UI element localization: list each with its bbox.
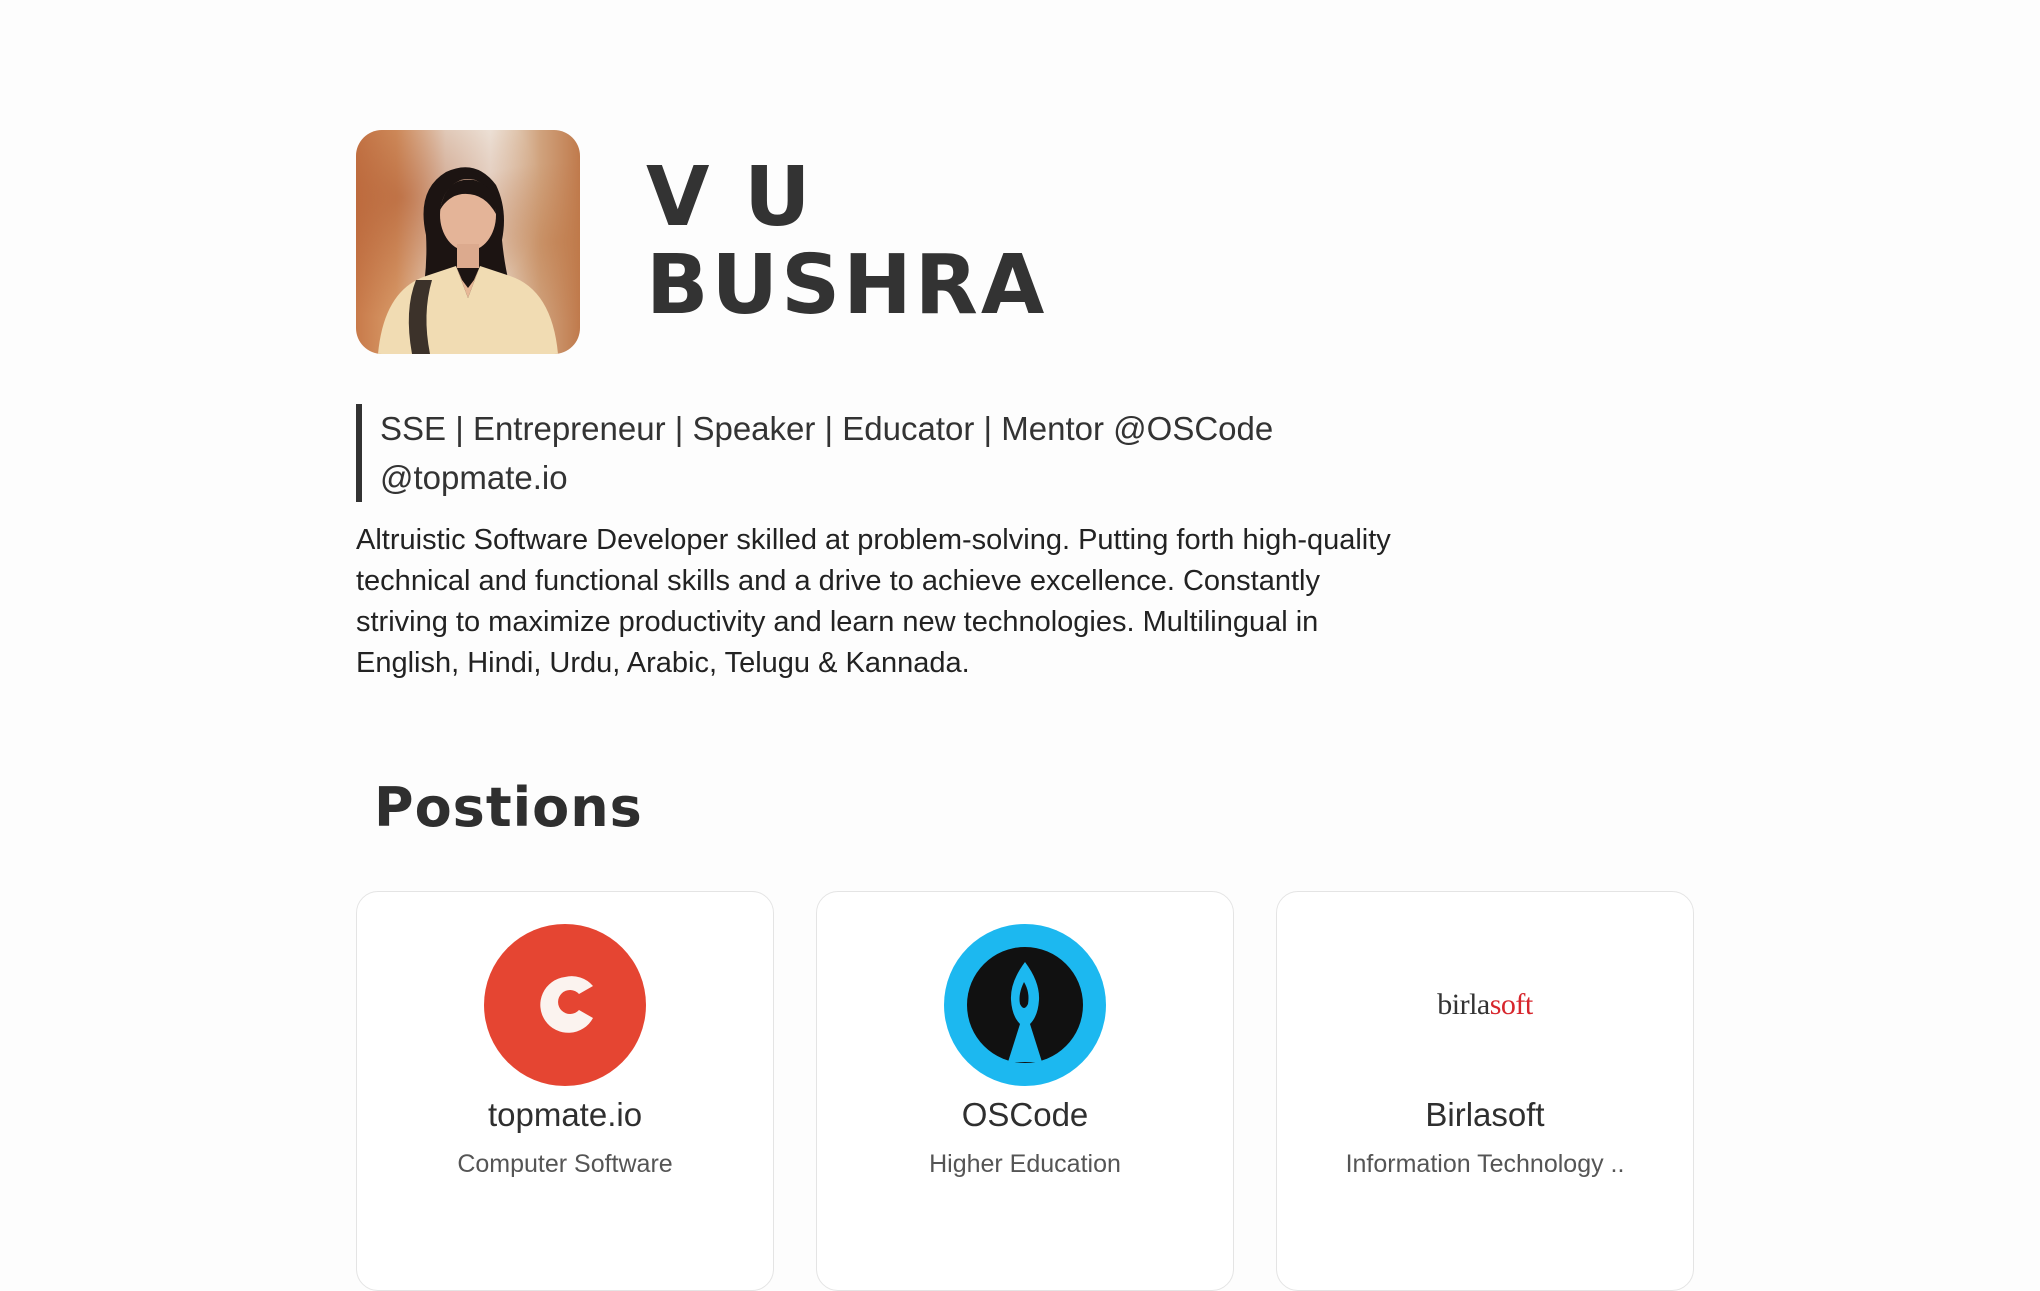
position-card-topmate[interactable]: topmate.io Computer Software xyxy=(356,891,774,1291)
last-name: BUSHRA xyxy=(646,238,1048,333)
profile-bio: Altruistic Software Developer skilled at… xyxy=(356,524,1391,679)
person-photo-icon xyxy=(378,167,558,354)
topmate-logo-icon xyxy=(484,924,646,1086)
avatar xyxy=(356,130,580,354)
headline-line-2: @topmate.io xyxy=(380,459,568,496)
oscode-logo-icon xyxy=(944,924,1106,1086)
position-industry: Computer Software xyxy=(457,1150,673,1178)
profile-name: V U BUSHRA xyxy=(646,154,1047,330)
position-card-oscode[interactable]: OSCode Higher Education xyxy=(816,891,1234,1291)
positions-list: topmate.io Computer Software OSCode High… xyxy=(356,891,1700,1291)
headline-line-1: SSE | Entrepreneur | Speaker | Educator … xyxy=(380,410,1274,447)
profile-header: V U BUSHRA xyxy=(356,130,1700,354)
position-industry: Information Technology .. xyxy=(1345,1150,1625,1178)
positions-title: Postions xyxy=(374,776,643,839)
profile-page: V U BUSHRA SSE | Entrepreneur | Speaker … xyxy=(356,130,1700,1291)
position-industry: Higher Education xyxy=(929,1150,1121,1178)
position-company: Birlasoft xyxy=(1425,1096,1545,1133)
first-name: V U xyxy=(646,150,814,245)
position-card-birlasoft[interactable]: birlasoft Birlasoft Information Technolo… xyxy=(1276,891,1694,1291)
birlasoft-logo-icon: birlasoft xyxy=(1404,924,1566,1086)
position-company: OSCode xyxy=(961,1096,1089,1133)
position-company: topmate.io xyxy=(487,1096,643,1133)
birlasoft-wordmark: birlasoft xyxy=(1437,988,1533,1021)
profile-headline: SSE | Entrepreneur | Speaker | Educator … xyxy=(356,404,1400,502)
